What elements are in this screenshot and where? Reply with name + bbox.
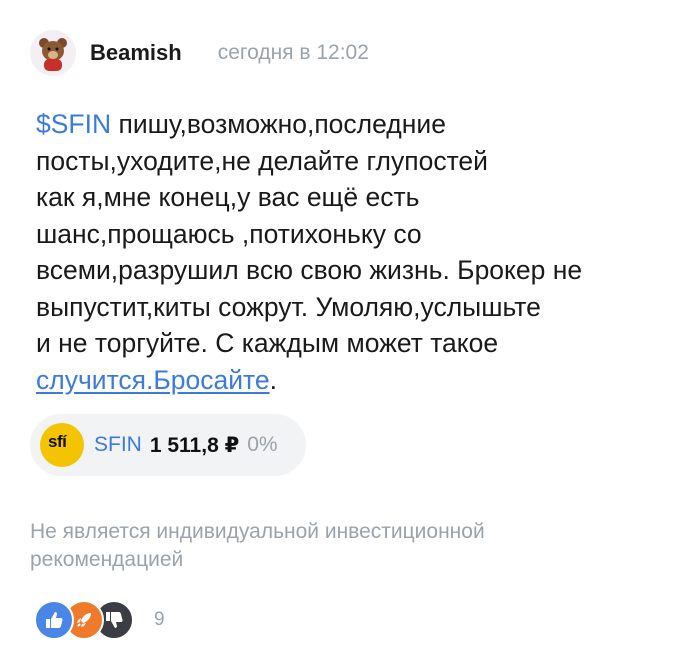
post-line: как я,мне конец,у вас ещё есть bbox=[36, 182, 420, 212]
avatar[interactable] bbox=[30, 30, 76, 76]
post-line: шанс,прощаюсь ,потихоньку со bbox=[36, 218, 422, 249]
sfi-logo-icon: sfí bbox=[40, 423, 84, 467]
thumbs-up-icon[interactable] bbox=[34, 600, 74, 640]
post-line: всеми,разрушил всю свою жизнь. Брокер не bbox=[36, 255, 583, 285]
instrument-chip[interactable]: sfí SFIN 1 511,8 ₽ 0% bbox=[30, 414, 306, 476]
post-line: случится.Бросайте. bbox=[36, 364, 277, 395]
expand-link[interactable]: случится.Бросайте bbox=[36, 365, 270, 395]
reactions-bar[interactable]: 9 bbox=[34, 600, 165, 640]
post-body: $SFIN пишу,возможно,последние посты,уход… bbox=[36, 106, 676, 398]
instrument-change: 0% bbox=[247, 433, 278, 456]
teddy-bear-avatar-icon bbox=[39, 38, 67, 71]
instrument-ticker: SFIN bbox=[94, 433, 142, 456]
post-line: и не торгуйте. С каждым может такое bbox=[36, 328, 499, 358]
post-line: посты,уходите,не делайте глупостей bbox=[36, 145, 488, 176]
instrument-price: 1 511,8 ₽ bbox=[149, 433, 240, 457]
author-name[interactable]: Beamish bbox=[90, 40, 182, 66]
ticker-link[interactable]: $SFIN bbox=[36, 109, 111, 139]
post-line: выпустит,киты сожрут. Умоляю,услышьте bbox=[36, 291, 541, 322]
reactions-count: 9 bbox=[154, 609, 165, 630]
post-header: Beamish сегодня в 12:02 bbox=[30, 28, 369, 78]
post-time: сегодня в 12:02 bbox=[217, 41, 369, 64]
post-line: $SFIN пишу,возможно,последние bbox=[36, 109, 446, 139]
disclaimer: Не является индивидуальной инвестиционно… bbox=[30, 520, 485, 571]
